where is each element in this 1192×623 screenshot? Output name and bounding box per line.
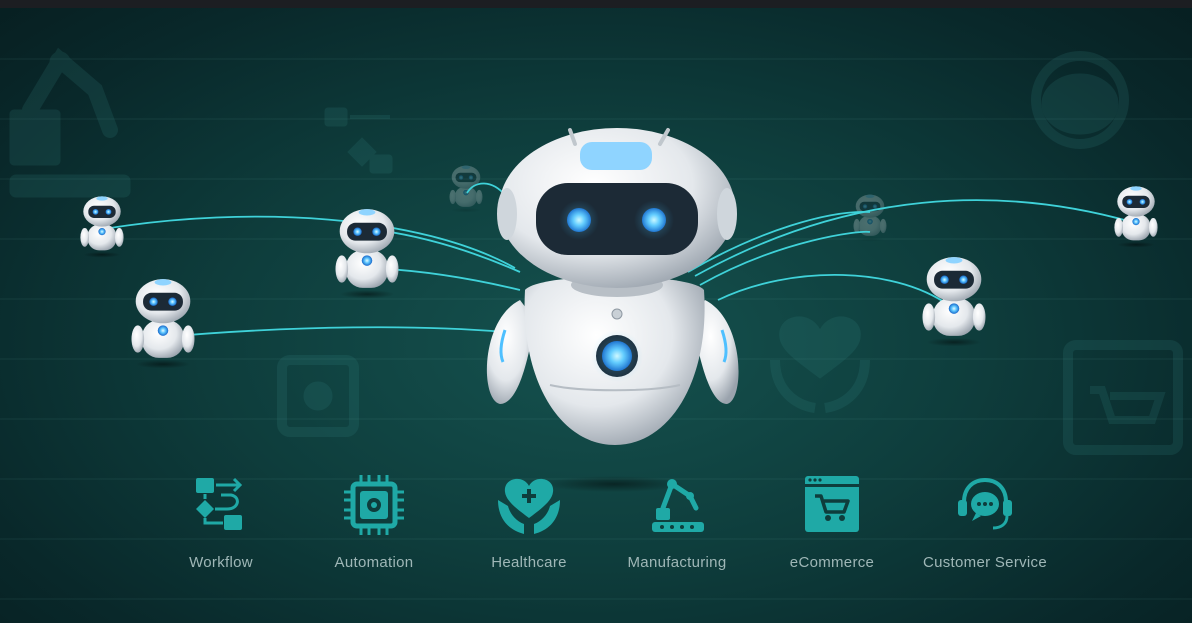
robot-arm-icon [652, 479, 704, 532]
category-label: Automation [334, 554, 414, 571]
category-label: Customer Service [922, 554, 1047, 571]
category-customer-service: Customer Service [910, 470, 1060, 571]
category-manufacturing: Manufacturing [602, 470, 752, 571]
category-label: Workflow [189, 554, 253, 571]
chip-icon [344, 475, 404, 535]
headset-chat-icon [958, 477, 1012, 530]
shopping-cart-browser-icon [805, 476, 859, 532]
category-ecommerce: eCommerce [757, 470, 907, 571]
category-healthcare: Healthcare [454, 470, 604, 571]
category-workflow: Workflow [146, 470, 296, 571]
healthcare-hands-icon [498, 478, 560, 534]
category-automation: Automation [299, 470, 449, 571]
category-label: eCommerce [789, 554, 875, 571]
workflow-icon [196, 477, 243, 530]
hero-illustration: Workflow Automation Healthcare Manufactu… [0, 0, 1192, 623]
category-label: Manufacturing [627, 554, 727, 571]
main-robot [486, 128, 739, 492]
category-row: Workflow Automation Healthcare Manufactu… [0, 470, 1192, 580]
category-label: Healthcare [491, 554, 567, 571]
